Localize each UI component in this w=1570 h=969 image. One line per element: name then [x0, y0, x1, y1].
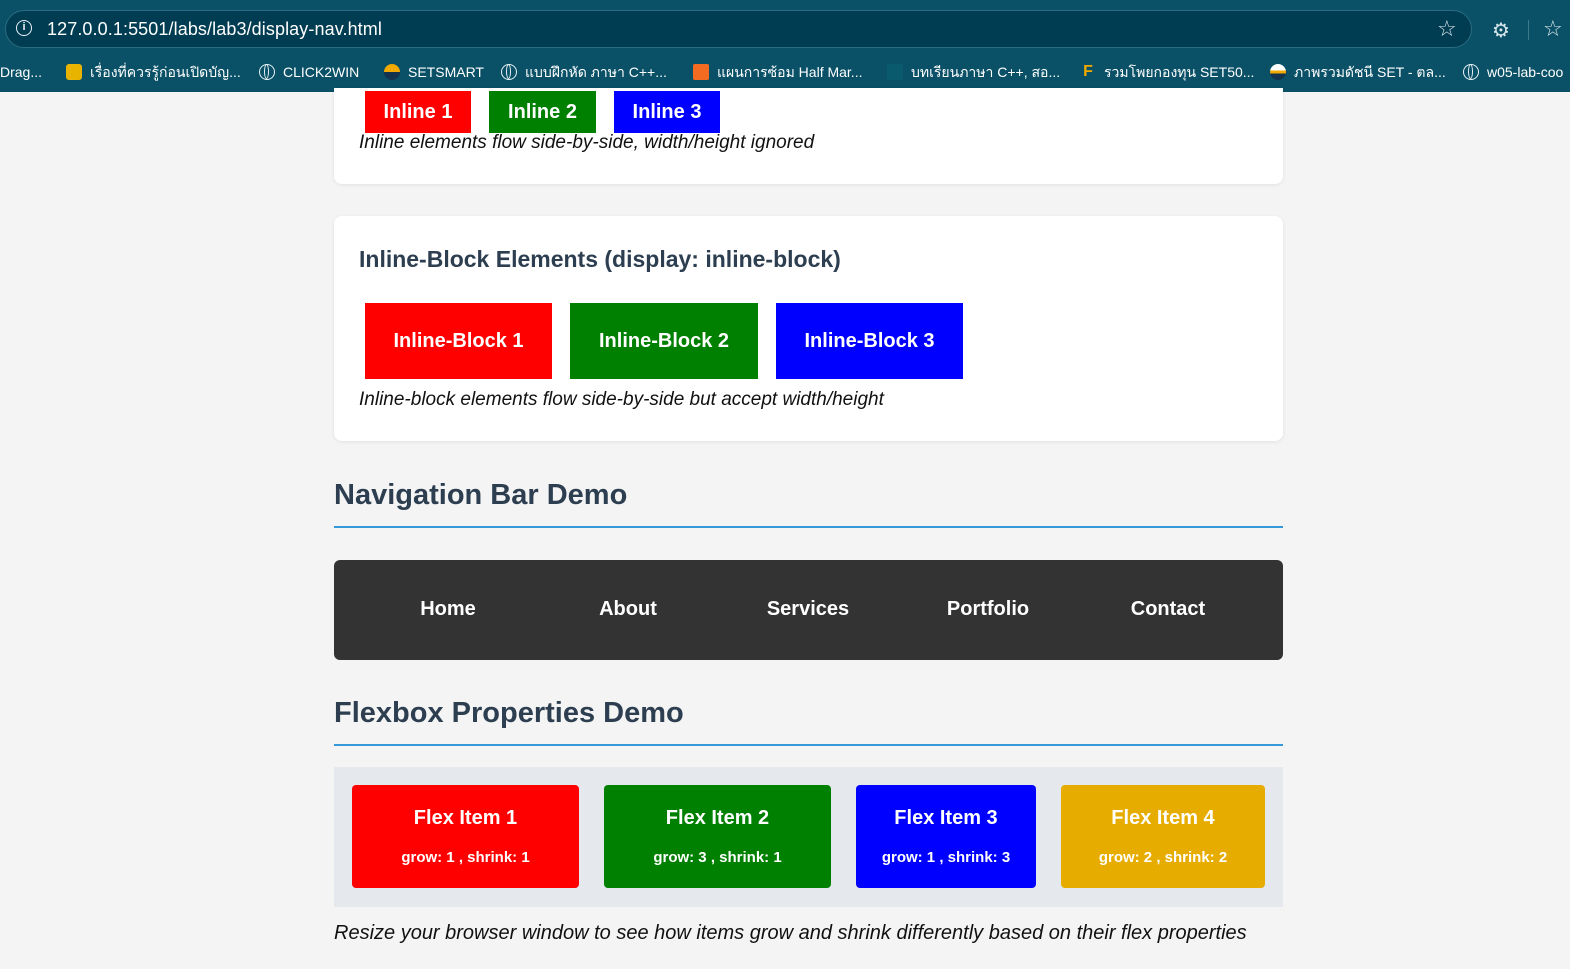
- bookmark-label: Drag...: [0, 64, 43, 80]
- flex-item-4: Flex Item 4 grow: 2 , shrink: 2: [1061, 785, 1265, 888]
- bookmark-item[interactable]: เรื่องที่ควรรู้ก่อนเปิดบัญ...: [66, 62, 241, 82]
- bookmark-label: แบบฝึกหัด ภาษา C++...: [525, 64, 667, 80]
- flex-item-2: Flex Item 2 grow: 3 , shrink: 1: [604, 785, 831, 888]
- setsmart-logo-icon: [384, 64, 400, 80]
- bookmark-label: CLICK2WIN: [283, 64, 360, 80]
- globe-icon: [1463, 64, 1479, 80]
- lesson-site-icon: [887, 64, 903, 80]
- nav-link-about[interactable]: About: [538, 598, 718, 621]
- flex-item-1: Flex Item 1 grow: 1 , shrink: 1: [352, 785, 579, 888]
- extensions-icon[interactable]: ⚙: [1492, 18, 1510, 43]
- inline-block-box-1: Inline-Block 1: [365, 303, 552, 379]
- nav-demo-rule: [334, 526, 1283, 528]
- inline-block-box-3: Inline-Block 3: [776, 303, 963, 379]
- inline-box-3: Inline 3: [614, 91, 720, 133]
- flex-item-props: grow: 2 , shrink: 2: [1098, 849, 1228, 866]
- set-index-icon: [1270, 64, 1286, 80]
- inline-box-1: Inline 1: [365, 91, 471, 133]
- demo-navbar: Home About Services Portfolio Contact: [334, 560, 1283, 660]
- nav-link-services[interactable]: Services: [718, 598, 898, 621]
- bookmark-label: w05-lab-coo: [1487, 64, 1564, 80]
- flex-item-title: Flex Item 2: [665, 807, 770, 829]
- flex-item-title: Flex Item 4: [1111, 807, 1215, 829]
- flex-demo-note: Resize your browser window to see how it…: [334, 922, 1247, 944]
- site-info-icon[interactable]: i: [16, 20, 32, 36]
- url-text[interactable]: 127.0.0.1:5501/labs/lab3/display-nav.htm…: [47, 19, 382, 40]
- bookmark-label: แผนการซ้อม Half Mar...: [717, 64, 863, 80]
- address-bar[interactable]: i 127.0.0.1:5501/labs/lab3/display-nav.h…: [5, 10, 1472, 48]
- inline-block-box-2: Inline-Block 2: [570, 303, 758, 379]
- toolbar-divider: [1528, 20, 1529, 40]
- browser-chrome: i 127.0.0.1:5501/labs/lab3/display-nav.h…: [0, 0, 1570, 92]
- bookmark-item[interactable]: แผนการซ้อม Half Mar...: [693, 62, 862, 82]
- bookmark-star-icon[interactable]: ☆: [1437, 18, 1457, 40]
- flex-item-props: grow: 1 , shrink: 1: [401, 849, 530, 866]
- bookmark-item[interactable]: w05-lab-coo: [1463, 62, 1563, 82]
- bookmark-item[interactable]: F รวมโพยกองทุน SET50...: [1080, 62, 1254, 82]
- fund-logo-icon: F: [1083, 63, 1093, 80]
- bookmark-item[interactable]: แบบฝึกหัด ภาษา C++...: [501, 62, 667, 82]
- flex-item-3: Flex Item 3 grow: 1 , shrink: 3: [856, 785, 1036, 888]
- favorites-icon[interactable]: ☆: [1543, 16, 1563, 42]
- bookmark-item[interactable]: Drag...: [0, 62, 42, 82]
- bookmark-label: บทเรียนภาษา C++, สอ...: [911, 64, 1061, 80]
- bookmark-item[interactable]: บทเรียนภาษา C++, สอ...: [887, 62, 1060, 82]
- inline-caption: Inline elements flow side-by-side, width…: [359, 132, 815, 153]
- inline-block-caption: Inline-block elements flow side-by-side …: [359, 389, 884, 410]
- inline-box-2: Inline 2: [489, 91, 596, 133]
- flex-item-title: Flex Item 3: [894, 807, 998, 829]
- nav-link-portfolio[interactable]: Portfolio: [898, 598, 1078, 621]
- flex-demo-title: Flexbox Properties Demo: [334, 697, 684, 729]
- flex-item-props: grow: 3 , shrink: 1: [653, 849, 782, 866]
- bookmark-label: เรื่องที่ควรรู้ก่อนเปิดบัญ...: [90, 64, 241, 80]
- flex-container: Flex Item 1 grow: 1 , shrink: 1 Flex Ite…: [334, 767, 1283, 907]
- nav-link-home[interactable]: Home: [358, 598, 538, 621]
- bookmark-item[interactable]: SETSMART: [384, 62, 484, 82]
- bookmarks-bar: Drag... เรื่องที่ควรรู้ก่อนเปิดบัญ... CL…: [0, 58, 1570, 86]
- bookmark-item[interactable]: ภาพรวมดัชนี SET - ตล...: [1270, 62, 1446, 82]
- inline-block-title: Inline-Block Elements (display: inline-b…: [359, 246, 841, 272]
- bookmark-item[interactable]: CLICK2WIN: [259, 62, 359, 82]
- running-plan-icon: [693, 64, 709, 80]
- flex-item-title: Flex Item 1: [413, 807, 518, 829]
- bookmark-label: ภาพรวมดัชนี SET - ตล...: [1294, 64, 1446, 80]
- bank-logo-icon: [66, 64, 82, 80]
- nav-demo-title: Navigation Bar Demo: [334, 479, 628, 511]
- flex-demo-rule: [334, 744, 1283, 746]
- globe-icon: [259, 64, 275, 80]
- nav-link-contact[interactable]: Contact: [1078, 598, 1258, 621]
- flex-item-props: grow: 1 , shrink: 3: [881, 849, 1011, 866]
- bookmark-label: รวมโพยกองทุน SET50...: [1104, 64, 1255, 80]
- bookmark-label: SETSMART: [408, 64, 484, 80]
- globe-icon: [501, 64, 517, 80]
